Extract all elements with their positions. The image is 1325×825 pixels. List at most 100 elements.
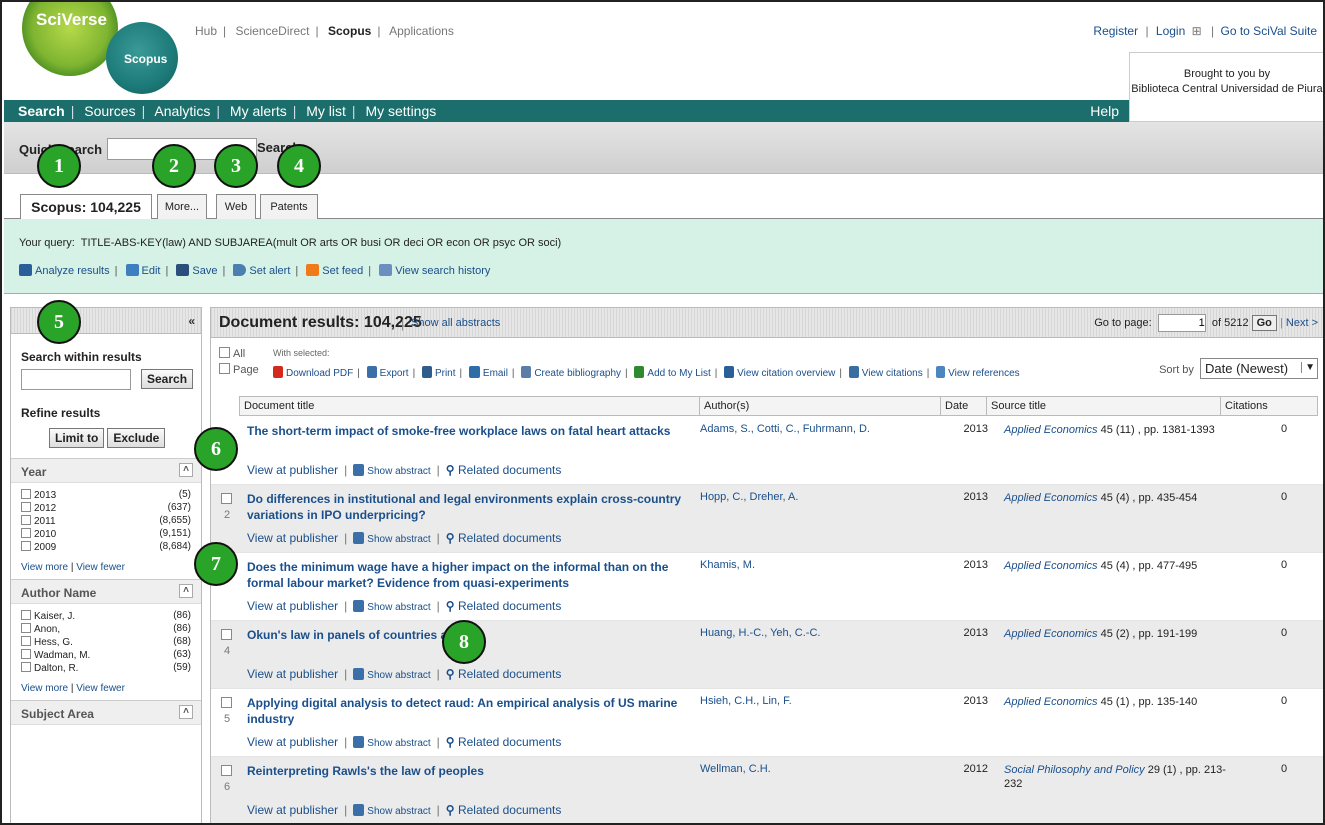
select-all-checkbox[interactable] [219, 347, 230, 358]
create-bibliography-link[interactable]: Create bibliography [534, 368, 621, 379]
view-citations-link[interactable]: View citations [862, 368, 923, 379]
facet-item[interactable]: 2009 (8,684) [11, 541, 201, 554]
add-to-list-link[interactable]: Add to My List [647, 368, 710, 379]
tab-web[interactable]: Web [216, 194, 256, 219]
checkbox[interactable] [21, 541, 31, 551]
collapse-icon[interactable]: ˄ [179, 705, 193, 719]
journal-link[interactable]: Applied Economics [1004, 628, 1098, 640]
checkbox[interactable] [21, 489, 31, 499]
register-link[interactable]: Register [1093, 24, 1138, 38]
authors-link[interactable]: Adams, S., Cotti, C., Fuhrmann, D. [700, 423, 870, 435]
show-abstract-link[interactable]: Show abstract [367, 466, 430, 477]
email-link[interactable]: Email [483, 368, 508, 379]
checkbox[interactable] [221, 697, 232, 708]
subject-facet-header[interactable]: Subject Area ˄ [11, 701, 201, 725]
topnav-scopus[interactable]: Scopus [328, 24, 371, 38]
nav-analytics[interactable]: Analytics [154, 103, 210, 119]
checkbox[interactable] [21, 636, 31, 646]
view-at-publisher-link[interactable]: View at publisher [247, 463, 338, 477]
sort-select[interactable]: Date (Newest) ▼ [1200, 358, 1318, 379]
scopus-logo[interactable]: Scopus [106, 22, 178, 94]
search-within-button[interactable]: Search [141, 369, 194, 389]
checkbox[interactable] [21, 662, 31, 672]
collapse-icon[interactable]: ˄ [179, 463, 193, 477]
journal-link[interactable]: Applied Economics [1004, 560, 1098, 572]
related-documents-link[interactable]: Related documents [458, 531, 561, 545]
facet-item[interactable]: Kaiser, J. (86) [11, 610, 201, 623]
checkbox[interactable] [221, 493, 232, 504]
show-abstract-link[interactable]: Show abstract [367, 670, 430, 681]
nav-search[interactable]: Search [18, 103, 65, 119]
journal-link[interactable]: Applied Economics [1004, 492, 1098, 504]
facet-item[interactable]: 2012 (637) [11, 502, 201, 515]
show-abstract-link[interactable]: Show abstract [367, 602, 430, 613]
view-references-link[interactable]: View references [948, 368, 1020, 379]
topnav-hub[interactable]: Hub [195, 24, 217, 38]
view-at-publisher-link[interactable]: View at publisher [247, 667, 338, 681]
show-all-abstracts-link[interactable]: Show all abstracts [411, 317, 500, 329]
checkbox[interactable] [221, 765, 232, 776]
document-title-link[interactable]: Do differences in institutional and lega… [247, 491, 697, 523]
facet-item[interactable]: Anon, (86) [11, 623, 201, 636]
checkbox[interactable] [21, 515, 31, 525]
nav-sources[interactable]: Sources [84, 103, 135, 119]
author-facet-header[interactable]: Author Name ˄ [11, 580, 201, 604]
edit-link[interactable]: Edit [142, 265, 161, 277]
checkbox[interactable] [21, 610, 31, 620]
facet-item[interactable]: 2013 (5) [11, 489, 201, 502]
related-documents-link[interactable]: Related documents [458, 463, 561, 477]
nav-my-alerts[interactable]: My alerts [230, 103, 287, 119]
authors-link[interactable]: Hopp, C., Dreher, A. [700, 491, 798, 503]
tab-more[interactable]: More... [157, 194, 207, 219]
save-link[interactable]: Save [192, 265, 217, 277]
checkbox[interactable] [21, 649, 31, 659]
search-within-input[interactable] [21, 369, 131, 390]
related-documents-link[interactable]: Related documents [458, 735, 561, 749]
document-title-link[interactable]: Does the minimum wage have a higher impa… [247, 559, 697, 591]
journal-link[interactable]: Social Philosophy and Policy [1004, 764, 1145, 776]
col-authors[interactable]: Author(s) [699, 396, 941, 416]
view-fewer-link[interactable]: View fewer [76, 562, 125, 573]
scival-link[interactable]: Go to SciVal Suite [1221, 24, 1318, 38]
view-more-link[interactable]: View more [21, 683, 68, 694]
checkbox[interactable] [21, 528, 31, 538]
journal-link[interactable]: Applied Economics [1004, 696, 1098, 708]
nav-my-settings[interactable]: My settings [365, 103, 436, 119]
view-more-link[interactable]: View more [21, 562, 68, 573]
tab-patents[interactable]: Patents [260, 194, 318, 219]
nav-my-list[interactable]: My list [306, 103, 346, 119]
related-documents-link[interactable]: Related documents [458, 667, 561, 681]
sciverse-logo[interactable]: SciVerse [22, 2, 118, 76]
view-at-publisher-link[interactable]: View at publisher [247, 531, 338, 545]
view-at-publisher-link[interactable]: View at publisher [247, 735, 338, 749]
document-title-link[interactable]: Applying digital analysis to detect raud… [247, 695, 707, 727]
topnav-applications[interactable]: Applications [389, 24, 454, 38]
next-page-link[interactable]: Next > [1286, 317, 1318, 329]
authors-link[interactable]: Hsieh, C.H., Lin, F. [700, 695, 792, 707]
authors-link[interactable]: Wellman, C.H. [700, 763, 771, 775]
help-link[interactable]: Help [1090, 100, 1119, 122]
checkbox[interactable] [21, 623, 31, 633]
set-feed-link[interactable]: Set feed [322, 265, 363, 277]
page-number-input[interactable] [1157, 314, 1206, 332]
login-link[interactable]: Login [1156, 24, 1185, 38]
show-abstract-link[interactable]: Show abstract [367, 806, 430, 817]
exclude-button[interactable]: Exclude [107, 428, 166, 448]
print-link[interactable]: Print [435, 368, 456, 379]
tab-scopus[interactable]: Scopus: 104,225 [20, 194, 152, 220]
facet-item[interactable]: Wadman, M. (63) [11, 649, 201, 662]
show-abstract-link[interactable]: Show abstract [367, 534, 430, 545]
login-expand-icon[interactable]: ⊞ [1192, 24, 1202, 38]
analyze-results-link[interactable]: Analyze results [35, 265, 110, 277]
related-documents-link[interactable]: Related documents [458, 599, 561, 613]
facet-item[interactable]: 2011 (8,655) [11, 515, 201, 528]
checkbox[interactable] [221, 629, 232, 640]
topnav-sciencedirect[interactable]: ScienceDirect [235, 24, 309, 38]
checkbox[interactable] [21, 502, 31, 512]
collapse-icon[interactable]: ˄ [179, 584, 193, 598]
document-title-link[interactable]: Reinterpreting Rawls's the law of people… [247, 763, 697, 779]
download-pdf-link[interactable]: Download PDF [286, 368, 353, 379]
col-source-title[interactable]: Source title [986, 396, 1221, 416]
collapse-sidebar-icon[interactable]: « [188, 314, 195, 328]
view-at-publisher-link[interactable]: View at publisher [247, 599, 338, 613]
